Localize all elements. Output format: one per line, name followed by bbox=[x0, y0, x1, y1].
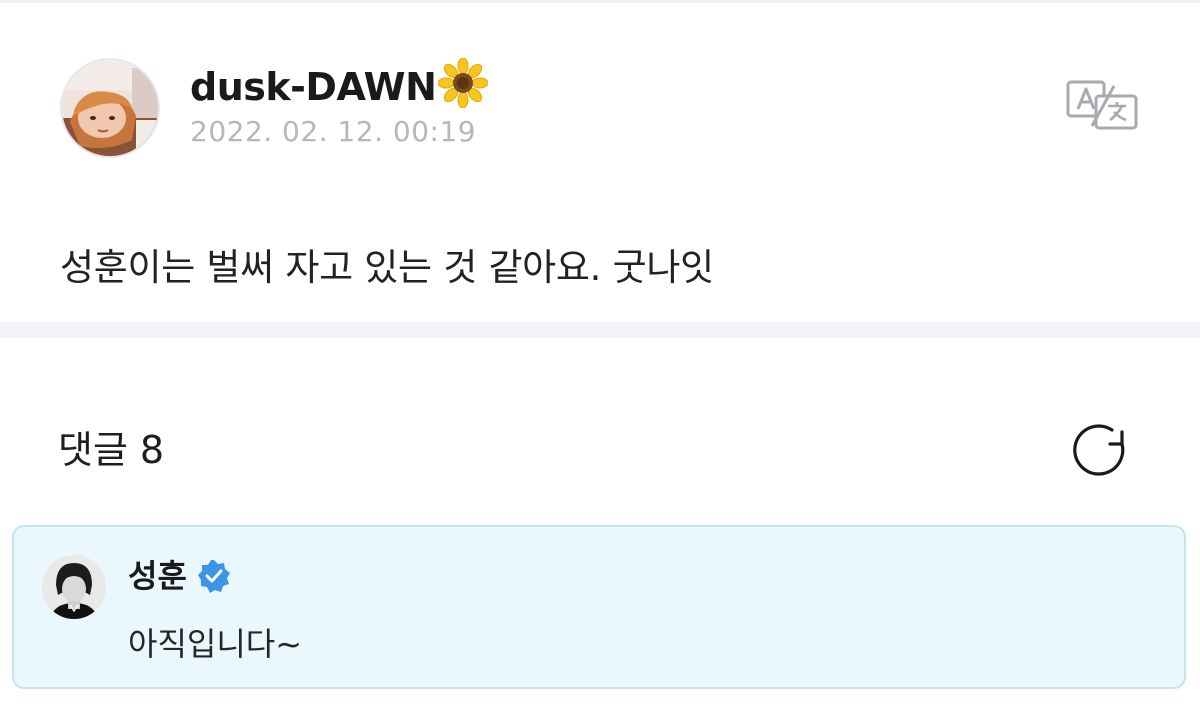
top-edge bbox=[0, 0, 1200, 3]
comments-count: 8 bbox=[139, 428, 165, 472]
author-name-text: dusk-DAWN bbox=[190, 65, 437, 109]
comment-avatar-photo bbox=[42, 555, 106, 619]
comment-text: 아직입니다~ bbox=[128, 625, 303, 663]
author-name[interactable]: dusk-DAWN bbox=[190, 57, 489, 111]
page: dusk-DAWN 2022. 02. 12. 00:19 성훈이는 벌써 자고… bbox=[0, 0, 1200, 709]
translate-button[interactable] bbox=[1064, 78, 1140, 132]
refresh-icon bbox=[1073, 424, 1125, 476]
post-date: 2022. 02. 12. 00:19 bbox=[190, 115, 477, 148]
avatar-photo bbox=[62, 60, 158, 156]
verified-badge-icon bbox=[197, 559, 231, 593]
author-avatar[interactable] bbox=[60, 58, 160, 158]
comment-avatar[interactable] bbox=[42, 555, 106, 619]
comment-author[interactable]: 성훈 bbox=[128, 555, 231, 597]
comment-author-name: 성훈 bbox=[128, 557, 187, 595]
translate-icon bbox=[1066, 80, 1138, 130]
comments-header: 댓글 8 bbox=[58, 425, 164, 475]
section-divider bbox=[0, 322, 1200, 338]
comments-label: 댓글 bbox=[58, 428, 128, 472]
post-body: 성훈이는 벌써 자고 있는 것 같아요. 굿나잇 bbox=[60, 246, 714, 289]
refresh-button[interactable] bbox=[1072, 424, 1132, 478]
comment-card[interactable]: 성훈 아직입니다~ bbox=[12, 525, 1186, 689]
sunflower-icon bbox=[437, 57, 489, 109]
